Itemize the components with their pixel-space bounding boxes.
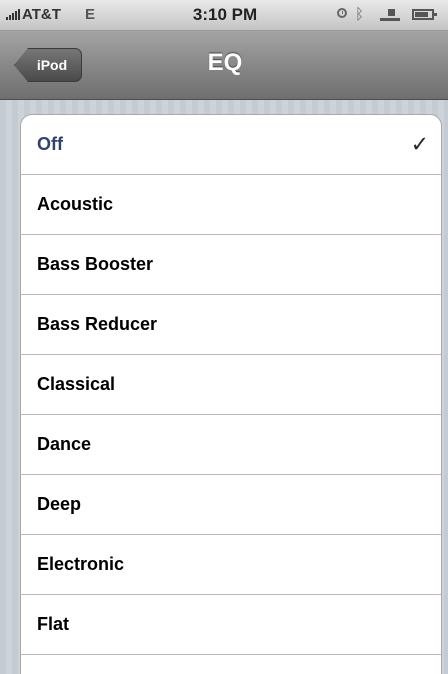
eq-preset-label: Bass Booster <box>37 254 154 274</box>
eq-preset-label: Classical <box>37 374 116 394</box>
bluetooth-icon: ᛒ <box>355 5 365 23</box>
eq-preset-row[interactable]: Classical <box>21 355 441 415</box>
signal-icon <box>6 8 20 20</box>
status-bar: AT&T E 3:10 PM ᛒ <box>0 0 448 31</box>
checkmark-icon: ✓ <box>410 132 429 157</box>
navigation-bar: iPod EQ <box>0 31 448 100</box>
ipod-back-button[interactable]: iPod <box>14 48 82 82</box>
eq-preset-row[interactable]: Bass Booster <box>21 235 441 295</box>
eq-preset-label: Acoustic <box>37 194 114 214</box>
eq-preset-row[interactable]: Dance <box>21 415 441 475</box>
eq-preset-row[interactable]: Electronic <box>21 535 441 595</box>
eq-preset-row[interactable]: Bass Reducer <box>21 295 441 355</box>
network-label: E <box>85 6 96 23</box>
page-title: EQ <box>207 49 243 76</box>
eq-preset-label: Flat <box>37 614 70 634</box>
eq-preset-row[interactable]: Deep <box>21 475 441 535</box>
carrier-label: AT&T <box>22 6 61 23</box>
eq-preset-label: Deep <box>37 494 82 514</box>
eq-preset-label: Off <box>37 134 63 154</box>
alarm-icon <box>337 8 347 18</box>
eq-preset-label: Bass Reducer <box>37 314 158 334</box>
list-background: Off ✓ Acoustic Bass Booster Bass Reducer Clas… <box>0 100 448 674</box>
lock-icon <box>380 7 402 21</box>
eq-preset-row[interactable]: Flat <box>21 595 441 655</box>
eq-preset-label: Electronic <box>37 554 125 574</box>
eq-preset-row[interactable]: Off ✓ <box>21 115 441 175</box>
eq-preset-label: Dance <box>37 434 92 454</box>
eq-preset-row[interactable]: Acoustic <box>21 175 441 235</box>
eq-preset-list: Off ✓ Acoustic Bass Booster Bass Reducer Clas… <box>20 114 442 674</box>
status-time: 3:10 PM <box>192 5 258 24</box>
iphone-screen: AT&T E 3:10 PM ᛒ iPod EQ Off ✓ Acoustic Bas… <box>0 0 448 674</box>
battery-icon <box>412 9 437 20</box>
